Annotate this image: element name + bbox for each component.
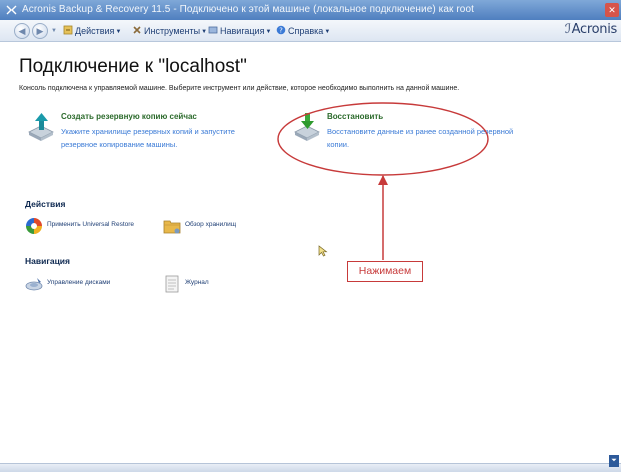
caret-down-icon: ▼ — [115, 29, 122, 35]
log-icon — [165, 275, 179, 293]
restore-description: Восстановите данные из ранее созданной р… — [327, 127, 514, 149]
caret-down-icon: ▼ — [324, 29, 331, 35]
page-title: Подключение к "localhost" — [19, 56, 247, 77]
annotation-label: Нажимаем — [347, 261, 423, 282]
vault-folder-icon — [163, 220, 181, 234]
app-window: Acronis Backup & Recovery 11.5 - Подключ… — [0, 0, 621, 472]
caret-down-icon: ▼ — [265, 29, 272, 35]
forward-button[interactable]: ▶ — [32, 23, 48, 39]
acronis-mark-icon: ℐ — [564, 22, 571, 37]
help-icon: ? — [276, 25, 286, 35]
page-description: Консоль подключена к управляемой машине.… — [19, 85, 460, 92]
universal-restore-label: Применить Universal Restore — [47, 221, 135, 228]
menu-help[interactable]: ? Справка▼ — [276, 24, 330, 38]
menu-navigation[interactable]: Навигация▼ — [208, 24, 271, 38]
status-corner-icon: ⏷ — [609, 455, 619, 467]
svg-text:?: ? — [279, 27, 283, 35]
disk-management-label: Управление дисками — [47, 279, 111, 286]
menu-actions[interactable]: Действия▼ — [63, 24, 121, 38]
create-backup-link[interactable]: Создать резервную копию сейчас — [61, 112, 197, 121]
back-arrow-icon: ◀ — [18, 26, 26, 36]
create-backup-description: Укажите хранилище резервных копий и запу… — [61, 127, 235, 149]
caret-down-icon: ▼ — [201, 29, 208, 35]
mouse-cursor-icon — [318, 245, 328, 257]
backup-upload-icon — [28, 113, 54, 141]
menu-help-label: Справка — [288, 26, 324, 36]
close-button[interactable]: ✕ — [605, 3, 619, 17]
restore-link[interactable]: Восстановить — [327, 112, 383, 121]
back-button[interactable]: ◀ — [14, 23, 30, 39]
menu-tools-label: Инструменты — [144, 26, 201, 36]
actions-heading: Действия — [25, 199, 66, 209]
tools-icon — [133, 26, 141, 34]
brand-text: Acronis — [571, 22, 618, 37]
forward-arrow-icon: ▶ — [36, 26, 44, 36]
browse-vaults-label: Обзор хранилищ — [185, 221, 237, 228]
annotation-arrow-head-icon — [378, 175, 388, 185]
app-icon — [6, 5, 17, 15]
menu-tools[interactable]: Инструменты▼ — [132, 24, 207, 38]
status-bar — [0, 463, 621, 472]
menu-bar: ◀ ▶ ▼ Действия▼ Инструменты▼ Навигация▼ … — [0, 20, 621, 42]
title-bar: Acronis Backup & Recovery 11.5 - Подключ… — [0, 0, 621, 20]
navigation-icon — [208, 26, 218, 34]
history-dropdown-icon[interactable]: ▼ — [51, 28, 57, 34]
disk-management-icon — [25, 278, 43, 291]
restore-download-icon — [294, 113, 320, 141]
navigation-heading: Навигация — [25, 256, 70, 266]
menu-actions-label: Действия — [75, 26, 115, 36]
window-title: Acronis Backup & Recovery 11.5 - Подключ… — [22, 4, 475, 15]
universal-restore-icon — [26, 218, 42, 234]
acronis-logo: ℐAcronis — [565, 22, 617, 37]
log-label: Журнал — [185, 279, 209, 286]
actions-icon — [63, 25, 73, 35]
menu-navigation-label: Навигация — [220, 26, 265, 36]
